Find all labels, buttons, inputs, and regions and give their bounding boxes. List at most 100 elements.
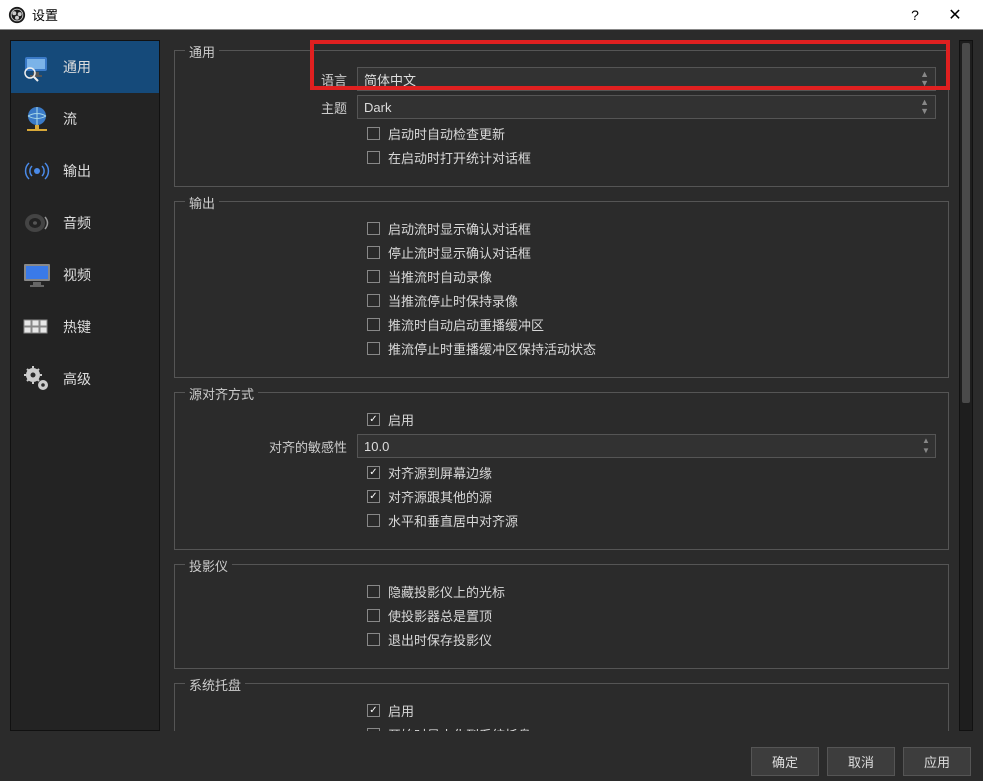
monitor-settings-icon	[21, 51, 53, 83]
language-combo[interactable]: 简体中文 ▲▼	[357, 67, 936, 91]
checkbox-icon	[367, 342, 380, 355]
checkbox-icon	[367, 318, 380, 331]
language-value: 简体中文	[364, 70, 416, 89]
theme-combo[interactable]: Dark ▲▼	[357, 95, 936, 119]
obs-logo-icon	[8, 6, 26, 24]
checkbox-icon	[367, 270, 380, 283]
checkbox-label: 隐藏投影仪上的光标	[388, 582, 505, 601]
sidebar-item-label: 视频	[63, 265, 91, 285]
checkbox-checked-icon	[367, 466, 380, 479]
ok-button[interactable]: 确定	[751, 747, 819, 776]
keep-record-checkbox[interactable]: 当推流停止时保持录像	[187, 291, 936, 310]
close-button[interactable]: ✕	[935, 0, 975, 30]
checkbox-label: 对齐源到屏幕边缘	[388, 463, 492, 482]
cancel-button[interactable]: 取消	[827, 747, 895, 776]
sensitivity-value: 10.0	[364, 439, 389, 454]
main-panel: 通用 语言 简体中文 ▲▼ 主题 Dark ▲▼	[170, 40, 973, 731]
group-general: 通用 语言 简体中文 ▲▼ 主题 Dark ▲▼	[174, 50, 949, 187]
checkbox-icon	[367, 222, 380, 235]
checkbox-label: 使投影器总是置顶	[388, 606, 492, 625]
check-updates-checkbox[interactable]: 启动时自动检查更新	[187, 124, 936, 143]
tray-enable-checkbox[interactable]: 启用	[187, 701, 936, 720]
sidebar-item-label: 输出	[63, 161, 91, 181]
group-alignment: 源对齐方式 启用 对齐的敏感性 10.0 ▲▼ 对齐源	[174, 392, 949, 550]
hide-cursor-checkbox[interactable]: 隐藏投影仪上的光标	[187, 582, 936, 601]
sensitivity-spinbox[interactable]: 10.0 ▲▼	[357, 434, 936, 458]
spin-buttons-icon: ▲▼	[919, 436, 933, 456]
stats-dialog-checkbox[interactable]: 在启动时打开统计对话框	[187, 148, 936, 167]
group-title: 源对齐方式	[185, 384, 258, 403]
sidebar-item-hotkeys[interactable]: 热键	[11, 301, 159, 353]
checkbox-label: 对齐源跟其他的源	[388, 487, 492, 506]
scroll-area: 通用 语言 简体中文 ▲▼ 主题 Dark ▲▼	[170, 40, 959, 731]
titlebar: 设置 ? ✕	[0, 0, 983, 30]
checkbox-label: 当推流停止时保持录像	[388, 291, 518, 310]
keep-replay-checkbox[interactable]: 推流停止时重播缓冲区保持活动状态	[187, 339, 936, 358]
sidebar-item-label: 高级	[63, 369, 91, 389]
sidebar-item-general[interactable]: 通用	[11, 41, 159, 93]
sidebar-item-video[interactable]: 视频	[11, 249, 159, 301]
checkbox-icon	[367, 728, 380, 731]
sidebar-item-audio[interactable]: 音频	[11, 197, 159, 249]
sidebar-item-label: 流	[63, 109, 77, 129]
group-title: 通用	[185, 42, 219, 61]
sidebar-item-label: 热键	[63, 317, 91, 337]
checkbox-icon	[367, 514, 380, 527]
checkbox-label: 启动流时显示确认对话框	[388, 219, 531, 238]
chevron-updown-icon: ▲▼	[920, 98, 929, 116]
checkbox-label: 推流停止时重播缓冲区保持活动状态	[388, 339, 596, 358]
checkbox-icon	[367, 585, 380, 598]
sidebar: 通用 流 输出 音频 视频	[10, 40, 160, 731]
save-on-exit-checkbox[interactable]: 退出时保存投影仪	[187, 630, 936, 649]
stream-stop-confirm-checkbox[interactable]: 停止流时显示确认对话框	[187, 243, 936, 262]
checkbox-label: 在启动时打开统计对话框	[388, 148, 531, 167]
checkbox-icon	[367, 294, 380, 307]
globe-network-icon	[21, 103, 53, 135]
apply-button[interactable]: 应用	[903, 747, 971, 776]
checkbox-checked-icon	[367, 704, 380, 717]
checkbox-label: 开始时最小化到系统托盘	[388, 725, 531, 731]
snap-other-checkbox[interactable]: 对齐源跟其他的源	[187, 487, 936, 506]
checkbox-icon	[367, 246, 380, 259]
window-title: 设置	[32, 5, 58, 24]
group-title: 系统托盘	[185, 675, 245, 694]
scrollbar-thumb[interactable]	[962, 43, 970, 403]
snap-screen-checkbox[interactable]: 对齐源到屏幕边缘	[187, 463, 936, 482]
checkbox-icon	[367, 609, 380, 622]
alignment-enable-checkbox[interactable]: 启用	[187, 410, 936, 429]
checkbox-label: 当推流时自动录像	[388, 267, 492, 286]
center-align-checkbox[interactable]: 水平和垂直居中对齐源	[187, 511, 936, 530]
sidebar-item-output[interactable]: 输出	[11, 145, 159, 197]
group-title: 投影仪	[185, 556, 232, 575]
auto-record-checkbox[interactable]: 当推流时自动录像	[187, 267, 936, 286]
sidebar-item-label: 通用	[63, 57, 91, 77]
monitor-icon	[21, 259, 53, 291]
auto-replay-buffer-checkbox[interactable]: 推流时自动启动重播缓冲区	[187, 315, 936, 334]
group-systray: 系统托盘 启用 开始时最小化到系统托盘 总是最小化到系统托盘，而不是任务栏	[174, 683, 949, 731]
checkbox-icon	[367, 127, 380, 140]
checkbox-checked-icon	[367, 490, 380, 503]
chevron-updown-icon: ▲▼	[920, 70, 929, 88]
help-button[interactable]: ?	[895, 0, 935, 30]
broadcast-icon	[21, 155, 53, 187]
theme-value: Dark	[364, 100, 391, 115]
theme-label: 主题	[187, 98, 357, 117]
checkbox-icon	[367, 633, 380, 646]
checkbox-label: 启动时自动检查更新	[388, 124, 505, 143]
always-on-top-checkbox[interactable]: 使投影器总是置顶	[187, 606, 936, 625]
sensitivity-label: 对齐的敏感性	[187, 437, 357, 456]
footer: 确定 取消 应用	[0, 741, 983, 781]
checkbox-label: 启用	[388, 410, 414, 429]
sidebar-item-stream[interactable]: 流	[11, 93, 159, 145]
minimize-on-start-checkbox[interactable]: 开始时最小化到系统托盘	[187, 725, 936, 731]
checkbox-label: 停止流时显示确认对话框	[388, 243, 531, 262]
stream-start-confirm-checkbox[interactable]: 启动流时显示确认对话框	[187, 219, 936, 238]
checkbox-label: 启用	[388, 701, 414, 720]
language-label: 语言	[187, 70, 357, 89]
checkbox-checked-icon	[367, 413, 380, 426]
checkbox-icon	[367, 151, 380, 164]
vertical-scrollbar[interactable]	[959, 40, 973, 731]
sidebar-item-advanced[interactable]: 高级	[11, 353, 159, 405]
speaker-icon	[21, 207, 53, 239]
checkbox-label: 推流时自动启动重播缓冲区	[388, 315, 544, 334]
